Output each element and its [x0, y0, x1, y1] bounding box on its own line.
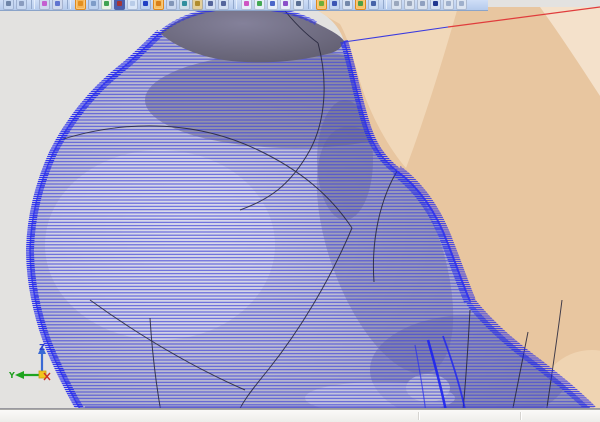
mesh-view-icon[interactable]: [329, 0, 340, 10]
y-axis-label: Y: [8, 371, 15, 380]
toolbar-separator: [31, 0, 35, 9]
status-bar: [0, 409, 600, 422]
cad-application-window: Z Y: [0, 0, 600, 422]
new-window-icon[interactable]: [88, 0, 99, 10]
blank-doc-icon[interactable]: [127, 0, 138, 10]
surface-offset-icon[interactable]: [355, 0, 366, 10]
draw-spline-icon[interactable]: [280, 0, 291, 10]
selection-wand-icon[interactable]: [39, 0, 50, 10]
save-floppy-icon[interactable]: [114, 0, 125, 10]
rotate-view-icon[interactable]: [443, 0, 454, 10]
draw-arc-icon[interactable]: [267, 0, 278, 10]
measure-icon[interactable]: [293, 0, 304, 10]
toolbar-separator: [233, 0, 237, 9]
fit-view-icon[interactable]: [456, 0, 467, 10]
simulate-icon[interactable]: [391, 0, 402, 10]
z-axis-label: Z: [39, 343, 45, 352]
material-gold-icon[interactable]: [192, 0, 203, 10]
status-divider: [520, 412, 521, 420]
pan-hand-icon[interactable]: [16, 0, 27, 10]
spreadsheet-icon[interactable]: [101, 0, 112, 10]
filter-funnel-icon[interactable]: [52, 0, 63, 10]
status-divider: [418, 412, 419, 420]
trim-surface-icon[interactable]: [342, 0, 353, 10]
shaded-sphere-icon[interactable]: [140, 0, 151, 10]
zoom-out-icon[interactable]: [218, 0, 229, 10]
zoom-in-icon[interactable]: [205, 0, 216, 10]
toolbar-separator: [383, 0, 387, 9]
verify-icon[interactable]: [404, 0, 415, 10]
toolbar-separator: [308, 0, 312, 9]
grid-snap-icon[interactable]: [368, 0, 379, 10]
redraw-z-icon[interactable]: [430, 0, 441, 10]
surface-create-icon[interactable]: [316, 0, 327, 10]
toolbar-separator: [67, 0, 71, 9]
zoom-window-icon[interactable]: [417, 0, 428, 10]
curve-tool-icon[interactable]: [179, 0, 190, 10]
draw-point-icon[interactable]: [241, 0, 252, 10]
open-file-icon[interactable]: [75, 0, 86, 10]
wire-box-icon[interactable]: [166, 0, 177, 10]
main-toolbar[interactable]: [0, 0, 488, 11]
toggle-stock-icon[interactable]: [153, 0, 164, 10]
draw-line-icon[interactable]: [254, 0, 265, 10]
select-arrow-icon[interactable]: [3, 0, 14, 10]
viewport-3d[interactable]: Z Y: [0, 0, 600, 422]
